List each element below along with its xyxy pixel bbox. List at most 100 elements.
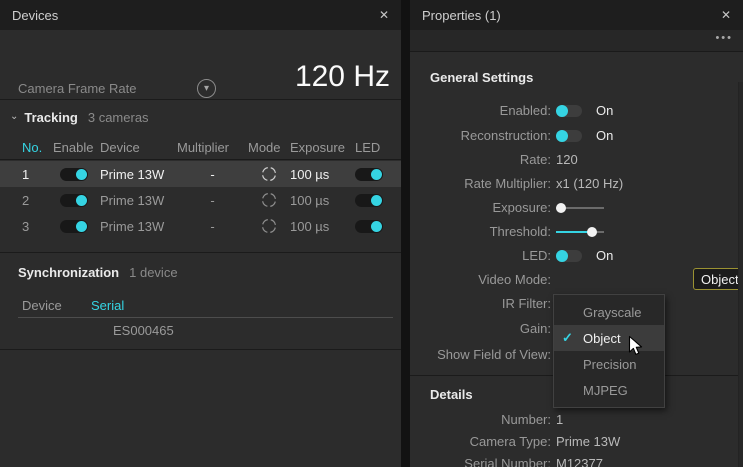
led-label: LED:: [410, 248, 553, 263]
object-mode-icon[interactable]: [248, 217, 290, 235]
tracking-camera-count: 3 cameras: [88, 110, 149, 125]
menu-item-object[interactable]: ✓ Object: [554, 325, 664, 351]
video-mode-dropdown[interactable]: Object ˅: [693, 268, 743, 290]
property-row-exposure: Exposure: 100 µs ↶: [410, 195, 743, 220]
led-state: On: [596, 248, 613, 263]
slider-knob[interactable]: [587, 227, 597, 237]
gain-label: Gain:: [410, 321, 553, 336]
exposure-label: Exposure:: [410, 200, 553, 215]
devices-panel-body: Camera Frame Rate 120 Hz ▾ ⌄ Tracking 3 …: [0, 30, 401, 467]
enabled-label: Enabled:: [410, 103, 553, 118]
camera-type-label: Camera Type:: [410, 434, 553, 449]
synchronization-heading: Synchronization: [18, 265, 119, 280]
tracking-heading: Tracking: [24, 110, 77, 125]
menu-item-object-label: Object: [583, 331, 621, 346]
collapse-frame-rate-button[interactable]: ▾: [197, 79, 216, 98]
column-exposure[interactable]: Exposure: [290, 140, 355, 155]
device-name: Prime 13W: [100, 193, 177, 208]
check-icon: ✓: [562, 330, 573, 346]
enabled-state: On: [596, 103, 613, 118]
close-icon[interactable]: ✕: [721, 8, 731, 22]
camera-number: 2: [0, 193, 53, 208]
enable-toggle[interactable]: [60, 194, 88, 207]
enabled-toggle[interactable]: [556, 105, 582, 117]
tracking-section-header[interactable]: ⌄ Tracking 3 cameras: [10, 110, 149, 125]
tracking-table-header: No. Enable Device Multiplier Mode Exposu…: [0, 136, 401, 160]
overflow-menu-icon[interactable]: •••: [715, 33, 733, 44]
chevron-down-circle-icon: ▾: [204, 84, 209, 94]
led-toggle[interactable]: [355, 194, 383, 207]
rate-multiplier-label: Rate Multiplier:: [410, 176, 553, 191]
rate-value[interactable]: 120: [556, 152, 578, 167]
multiplier-value: -: [177, 219, 248, 234]
video-mode-label: Video Mode:: [410, 272, 553, 287]
menu-item-mjpeg[interactable]: MJPEG: [554, 377, 664, 403]
properties-titlebar: Properties (1) ✕: [410, 0, 743, 30]
scrollbar[interactable]: [738, 82, 743, 467]
enable-toggle[interactable]: [60, 168, 88, 181]
mouse-cursor: [628, 335, 645, 361]
property-row-led: LED: On: [410, 243, 743, 268]
ir-filter-label: IR Filter:: [410, 296, 553, 311]
column-serial[interactable]: Serial: [91, 298, 401, 313]
motive-app-window: Devices ✕ Camera Frame Rate 120 Hz ▾ ⌄ T…: [0, 0, 743, 467]
chevron-down-icon: ⌄: [10, 111, 18, 122]
multiplier-value: -: [177, 193, 248, 208]
close-icon[interactable]: ✕: [379, 8, 389, 22]
slider-fill: [556, 231, 590, 233]
exposure-slider[interactable]: [556, 202, 604, 214]
toggle-knob: [556, 105, 568, 117]
video-mode-menu: Grayscale ✓ Object Precision MJPEG: [553, 294, 665, 408]
slider-knob[interactable]: [556, 203, 566, 213]
property-row-reconstruction: Reconstruction: On: [410, 123, 743, 148]
camera-row-3[interactable]: 3 Prime 13W - 100 µs: [0, 213, 401, 239]
camera-number: 3: [0, 219, 53, 234]
column-device[interactable]: Device: [100, 140, 177, 155]
devices-panel-title: Devices: [12, 8, 379, 23]
video-mode-value: Object: [701, 272, 739, 287]
property-row-rate: Rate: 120 Hz: [410, 147, 743, 172]
menu-item-precision[interactable]: Precision: [554, 351, 664, 377]
show-fov-label: Show Field of View:: [410, 347, 553, 362]
led-toggle[interactable]: [556, 250, 582, 262]
camera-row-1[interactable]: 1 Prime 13W - 100 µs: [0, 161, 401, 187]
column-no[interactable]: No.: [0, 140, 53, 155]
toggle-knob: [556, 250, 568, 262]
enable-toggle[interactable]: [60, 220, 88, 233]
general-settings-heading: General Settings: [430, 70, 533, 85]
threshold-slider[interactable]: [556, 226, 604, 238]
sync-device-serial[interactable]: ES000465: [113, 323, 174, 338]
led-toggle[interactable]: [355, 168, 383, 181]
multiplier-value: -: [177, 167, 248, 182]
properties-toolstrip: •••: [410, 30, 743, 52]
threshold-label: Threshold:: [410, 224, 553, 239]
led-toggle[interactable]: [355, 220, 383, 233]
synchronization-device-count: 1 device: [129, 265, 177, 280]
rate-multiplier-value[interactable]: x1 (120 Hz): [556, 176, 623, 191]
reconstruction-toggle[interactable]: [556, 130, 582, 142]
property-row-threshold: Threshold: 200: [410, 219, 743, 244]
rate-label: Rate:: [410, 152, 553, 167]
properties-panel-title: Properties (1): [422, 8, 721, 23]
detail-row-serial-number: Serial Number: M12377: [410, 451, 743, 467]
property-row-video-mode: Video Mode: Object ˅: [410, 267, 743, 292]
frame-rate-divider: [0, 99, 401, 100]
camera-frame-rate-value: 120 Hz: [295, 60, 390, 94]
column-enable[interactable]: Enable: [53, 140, 100, 155]
toggle-knob: [76, 169, 87, 180]
menu-item-grayscale[interactable]: Grayscale: [554, 299, 664, 325]
column-mode[interactable]: Mode: [248, 140, 290, 155]
column-device[interactable]: Device: [0, 298, 91, 313]
exposure-value: 100 µs: [290, 167, 355, 182]
camera-type-value: Prime 13W: [556, 434, 620, 449]
camera-number: 1: [0, 167, 53, 182]
toggle-knob: [556, 130, 568, 142]
object-mode-icon[interactable]: [248, 191, 290, 209]
camera-row-2[interactable]: 2 Prime 13W - 100 µs: [0, 187, 401, 213]
exposure-value: 100 µs: [290, 193, 355, 208]
synchronization-section-header[interactable]: Synchronization 1 device: [18, 265, 178, 280]
property-row-enabled: Enabled: On: [410, 98, 743, 123]
column-multiplier[interactable]: Multiplier: [177, 140, 248, 155]
column-led[interactable]: LED: [355, 140, 401, 155]
object-mode-icon[interactable]: [248, 165, 290, 183]
